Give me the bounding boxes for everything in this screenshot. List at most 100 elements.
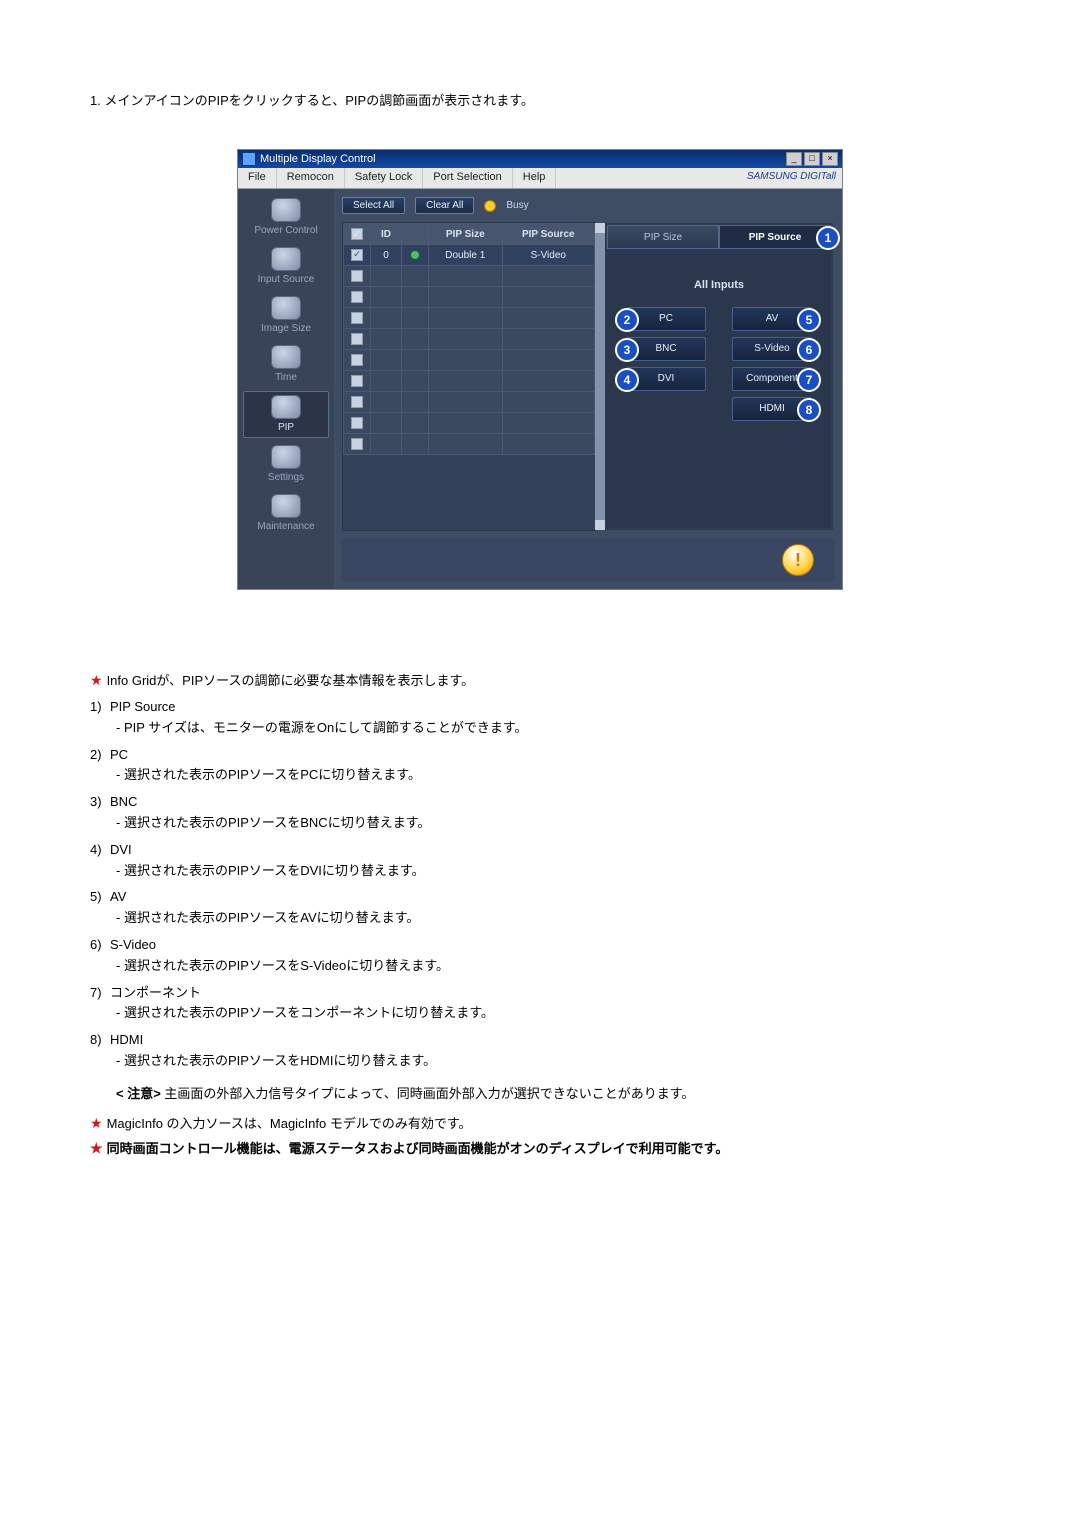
sidebar-item-pip[interactable]: PIP [243, 391, 329, 438]
cell-pip-size: Double 1 [429, 245, 503, 266]
note-2-text: 同時画面コントロール機能は、電源ステータスおよび同時画面機能がオンのディスプレイ… [107, 1141, 729, 1156]
item-sub: - 選択された表示のPIPソースをHDMIに切り替えます。 [90, 1051, 990, 1072]
table-row[interactable] [344, 392, 595, 413]
desc-intro: ★Info Gridが、PIPソースの調節に必要な基本情報を表示します。 [90, 670, 990, 689]
window-controls: _ □ × [786, 152, 838, 166]
sidebar-label: PIP [244, 422, 328, 437]
minimize-button[interactable]: _ [786, 152, 802, 166]
center-panel: Select All Clear All Busy ✓ ID PIP [334, 189, 842, 589]
list-item: 7)コンポーネント - 選択された表示のPIPソースをコンポーネントに切り替えま… [90, 983, 990, 1025]
row-checkbox[interactable] [351, 312, 363, 324]
table-row[interactable] [344, 308, 595, 329]
list-item: 1)PIP Source - PIP サイズは、モニターの電源をOnにして調節す… [90, 697, 990, 739]
option-label: PC [659, 313, 673, 324]
row-checkbox[interactable] [351, 396, 363, 408]
option-bnc[interactable]: BNC 3 [626, 337, 706, 361]
sidebar-label: Image Size [244, 323, 328, 338]
col-select[interactable]: ✓ [344, 224, 371, 245]
tab-pip-source[interactable]: PIP Source 1 [719, 225, 831, 249]
callout-4: 4 [615, 368, 639, 392]
menu-safety[interactable]: Safety Lock [345, 168, 423, 188]
option-label: DVI [658, 373, 675, 384]
all-inputs-heading: All Inputs [615, 279, 823, 291]
sidebar-item-power[interactable]: Power Control [244, 195, 328, 240]
option-hdmi[interactable]: HDMI 8 [732, 397, 812, 421]
table-row[interactable] [344, 287, 595, 308]
menu-file[interactable]: File [238, 168, 277, 188]
row-checkbox[interactable] [351, 438, 363, 450]
note-1: ★MagicInfo の入力ソースは、MagicInfo モデルでのみ有効です。 [90, 1113, 990, 1132]
option-tabs: PIP Size PIP Source 1 [607, 225, 831, 249]
col-pip-source: PIP Source [502, 224, 594, 245]
table-row[interactable] [344, 329, 595, 350]
sidebar-label: Power Control [244, 225, 328, 240]
tab-label: PIP Source [749, 232, 802, 243]
item-num: 3) [90, 792, 110, 813]
callout-3: 3 [615, 338, 639, 362]
maximize-button[interactable]: □ [804, 152, 820, 166]
callout-8: 8 [797, 398, 821, 422]
caution-text: 主画面の外部入力信号タイプによって、同時画面外部入力が選択できないことがあります… [164, 1086, 694, 1101]
brand-label: SAMSUNG DIGITall [741, 168, 842, 188]
row-checkbox[interactable] [351, 291, 363, 303]
image-size-icon [244, 293, 328, 323]
grid-scrollbar[interactable] [595, 223, 605, 530]
menu-help[interactable]: Help [513, 168, 557, 188]
clear-all-button[interactable]: Clear All [415, 197, 474, 214]
menu-remocon[interactable]: Remocon [277, 168, 345, 188]
options-panel: PIP Size PIP Source 1 All Inputs [604, 222, 834, 531]
row-checkbox[interactable] [351, 375, 363, 387]
col-pip-size: PIP Size [429, 224, 503, 245]
info-grid: ✓ ID PIP Size PIP Source 0 Double 1 [342, 222, 596, 531]
options-area: All Inputs PC 2 BNC 3 [607, 249, 831, 528]
menubar: File Remocon Safety Lock Port Selection … [238, 168, 842, 189]
sidebar-item-size[interactable]: Image Size [244, 293, 328, 338]
option-component[interactable]: Component 7 [732, 367, 812, 391]
item-num: 8) [90, 1030, 110, 1051]
select-all-button[interactable]: Select All [342, 197, 405, 214]
power-icon [244, 195, 328, 225]
row-checkbox[interactable] [351, 354, 363, 366]
sidebar-item-maintenance[interactable]: Maintenance [244, 491, 328, 536]
item-title: S-Video [110, 937, 156, 952]
warning-icon[interactable]: ! [782, 544, 814, 576]
item-title: AV [110, 889, 126, 904]
list-item: 4)DVI - 選択された表示のPIPソースをDVIに切り替えます。 [90, 840, 990, 882]
sidebar-item-input[interactable]: Input Source [244, 244, 328, 289]
table-row[interactable] [344, 350, 595, 371]
row-checkbox[interactable] [351, 270, 363, 282]
sidebar-label: Settings [244, 472, 328, 487]
item-title: PC [110, 747, 128, 762]
list-item: 2)PC - 選択された表示のPIPソースをPCに切り替えます。 [90, 745, 990, 787]
pip-icon [244, 392, 328, 422]
menu-port[interactable]: Port Selection [423, 168, 512, 188]
sidebar-item-settings[interactable]: Settings [244, 442, 328, 487]
row-checkbox[interactable] [351, 417, 363, 429]
table-row[interactable] [344, 413, 595, 434]
star-icon: ★ [90, 672, 103, 688]
window-title: Multiple Display Control [260, 153, 376, 165]
row-checkbox[interactable] [351, 333, 363, 345]
option-dvi[interactable]: DVI 4 [626, 367, 706, 391]
tab-pip-size[interactable]: PIP Size [607, 225, 719, 249]
sidebar-item-time[interactable]: Time [244, 342, 328, 387]
option-label: BNC [655, 343, 676, 354]
item-sub: - 選択された表示のPIPソースをBNCに切り替えます。 [90, 813, 990, 834]
option-av[interactable]: AV 5 [732, 307, 812, 331]
table-row[interactable] [344, 266, 595, 287]
callout-2: 2 [615, 308, 639, 332]
options-col-left: PC 2 BNC 3 DVI 4 [626, 307, 706, 421]
sidebar-label: Input Source [244, 274, 328, 289]
option-svideo[interactable]: S-Video 6 [732, 337, 812, 361]
table-row[interactable] [344, 434, 595, 455]
table-row[interactable]: 0 Double 1 S-Video [344, 245, 595, 266]
window-footer: ! [342, 539, 834, 581]
option-pc[interactable]: PC 2 [626, 307, 706, 331]
callout-7: 7 [797, 368, 821, 392]
table-row[interactable] [344, 371, 595, 392]
titlebar: Multiple Display Control _ □ × [238, 150, 842, 168]
list-item: 3)BNC - 選択された表示のPIPソースをBNCに切り替えます。 [90, 792, 990, 834]
item-num: 5) [90, 887, 110, 908]
close-button[interactable]: × [822, 152, 838, 166]
row-checkbox[interactable] [351, 249, 363, 261]
